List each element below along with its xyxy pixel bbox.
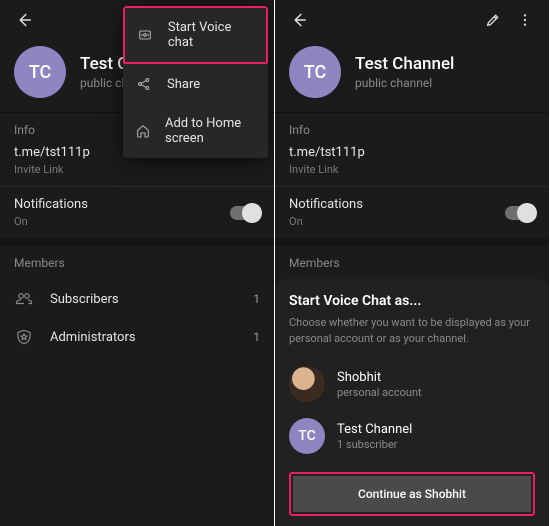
pencil-icon (485, 12, 501, 28)
share-icon (135, 76, 153, 92)
invite-link-label: Invite Link (14, 163, 260, 176)
channel-avatar: TC (289, 46, 341, 98)
administrators-row[interactable]: Administrators 1 (0, 318, 274, 356)
menu-add-home[interactable]: Add to Home screen (123, 104, 268, 158)
members-header: Members (14, 256, 260, 270)
option-sub: personal account (337, 386, 422, 399)
channel-subtitle: public channel (355, 76, 454, 90)
menu-voice-label: Start Voice chat (168, 20, 254, 50)
overflow-menu: Start Voice chat Share Add to Home scree… (123, 6, 268, 158)
info-header: Info (289, 123, 535, 137)
subscribers-icon (14, 290, 34, 308)
channel-avatar: TC (14, 46, 66, 98)
info-section: Info t.me/tst111p Invite Link (275, 112, 549, 186)
menu-start-voice-chat[interactable]: Start Voice chat (123, 6, 268, 64)
more-vert-icon (517, 12, 533, 28)
user-avatar (289, 366, 325, 402)
broadcast-icon (137, 27, 154, 43)
subscribers-count: 1 (253, 292, 260, 306)
subscribers-label: Subscribers (50, 292, 253, 307)
left-screenshot: TC Test Channel public channel Info t.me… (0, 0, 275, 526)
menu-share-label: Share (167, 77, 200, 92)
option-channel[interactable]: TC Test Channel 1 subscriber (289, 410, 535, 462)
administrators-label: Administrators (50, 330, 253, 345)
right-screenshot: TC Test Channel public channel Info t.me… (275, 0, 550, 526)
subscribers-row[interactable]: Subscribers 1 (0, 280, 274, 318)
option-sub: 1 subscriber (337, 438, 412, 451)
notifications-row[interactable]: Notifications On (275, 186, 549, 238)
voice-chat-sheet: Start Voice Chat as... Choose whether yo… (275, 279, 549, 526)
back-button[interactable] (283, 4, 315, 36)
notifications-toggle[interactable] (230, 206, 260, 220)
menu-share[interactable]: Share (123, 64, 268, 104)
administrators-count: 1 (253, 330, 260, 344)
option-name: Shobhit (337, 370, 422, 385)
continue-button[interactable]: Continue as Shobhit (293, 476, 531, 512)
continue-highlight: Continue as Shobhit (289, 472, 535, 516)
arrow-left-icon (15, 11, 33, 29)
channel-title: Test Channel (355, 54, 454, 74)
sheet-title: Start Voice Chat as... (289, 293, 535, 309)
edit-button[interactable] (477, 4, 509, 36)
invite-link[interactable]: t.me/tst111p (289, 145, 535, 160)
arrow-left-icon (290, 11, 308, 29)
more-button[interactable] (509, 4, 541, 36)
notifications-toggle[interactable] (505, 206, 535, 220)
notifications-label: Notifications (289, 197, 505, 212)
channel-header: TC Test Channel public channel (275, 40, 549, 112)
channel-avatar-small: TC (289, 418, 325, 454)
sheet-description: Choose whether you want to be displayed … (289, 315, 535, 346)
option-name: Test Channel (337, 422, 412, 437)
administrators-icon (14, 328, 34, 346)
invite-link-label: Invite Link (289, 163, 535, 176)
notifications-state: On (14, 215, 230, 228)
notifications-state: On (289, 215, 505, 228)
menu-home-label: Add to Home screen (165, 116, 256, 146)
notifications-label: Notifications (14, 197, 230, 212)
back-button[interactable] (8, 4, 40, 36)
notifications-row[interactable]: Notifications On (0, 186, 274, 238)
home-icon (135, 123, 151, 139)
members-header: Members (289, 256, 535, 270)
option-personal-account[interactable]: Shobhit personal account (289, 358, 535, 410)
